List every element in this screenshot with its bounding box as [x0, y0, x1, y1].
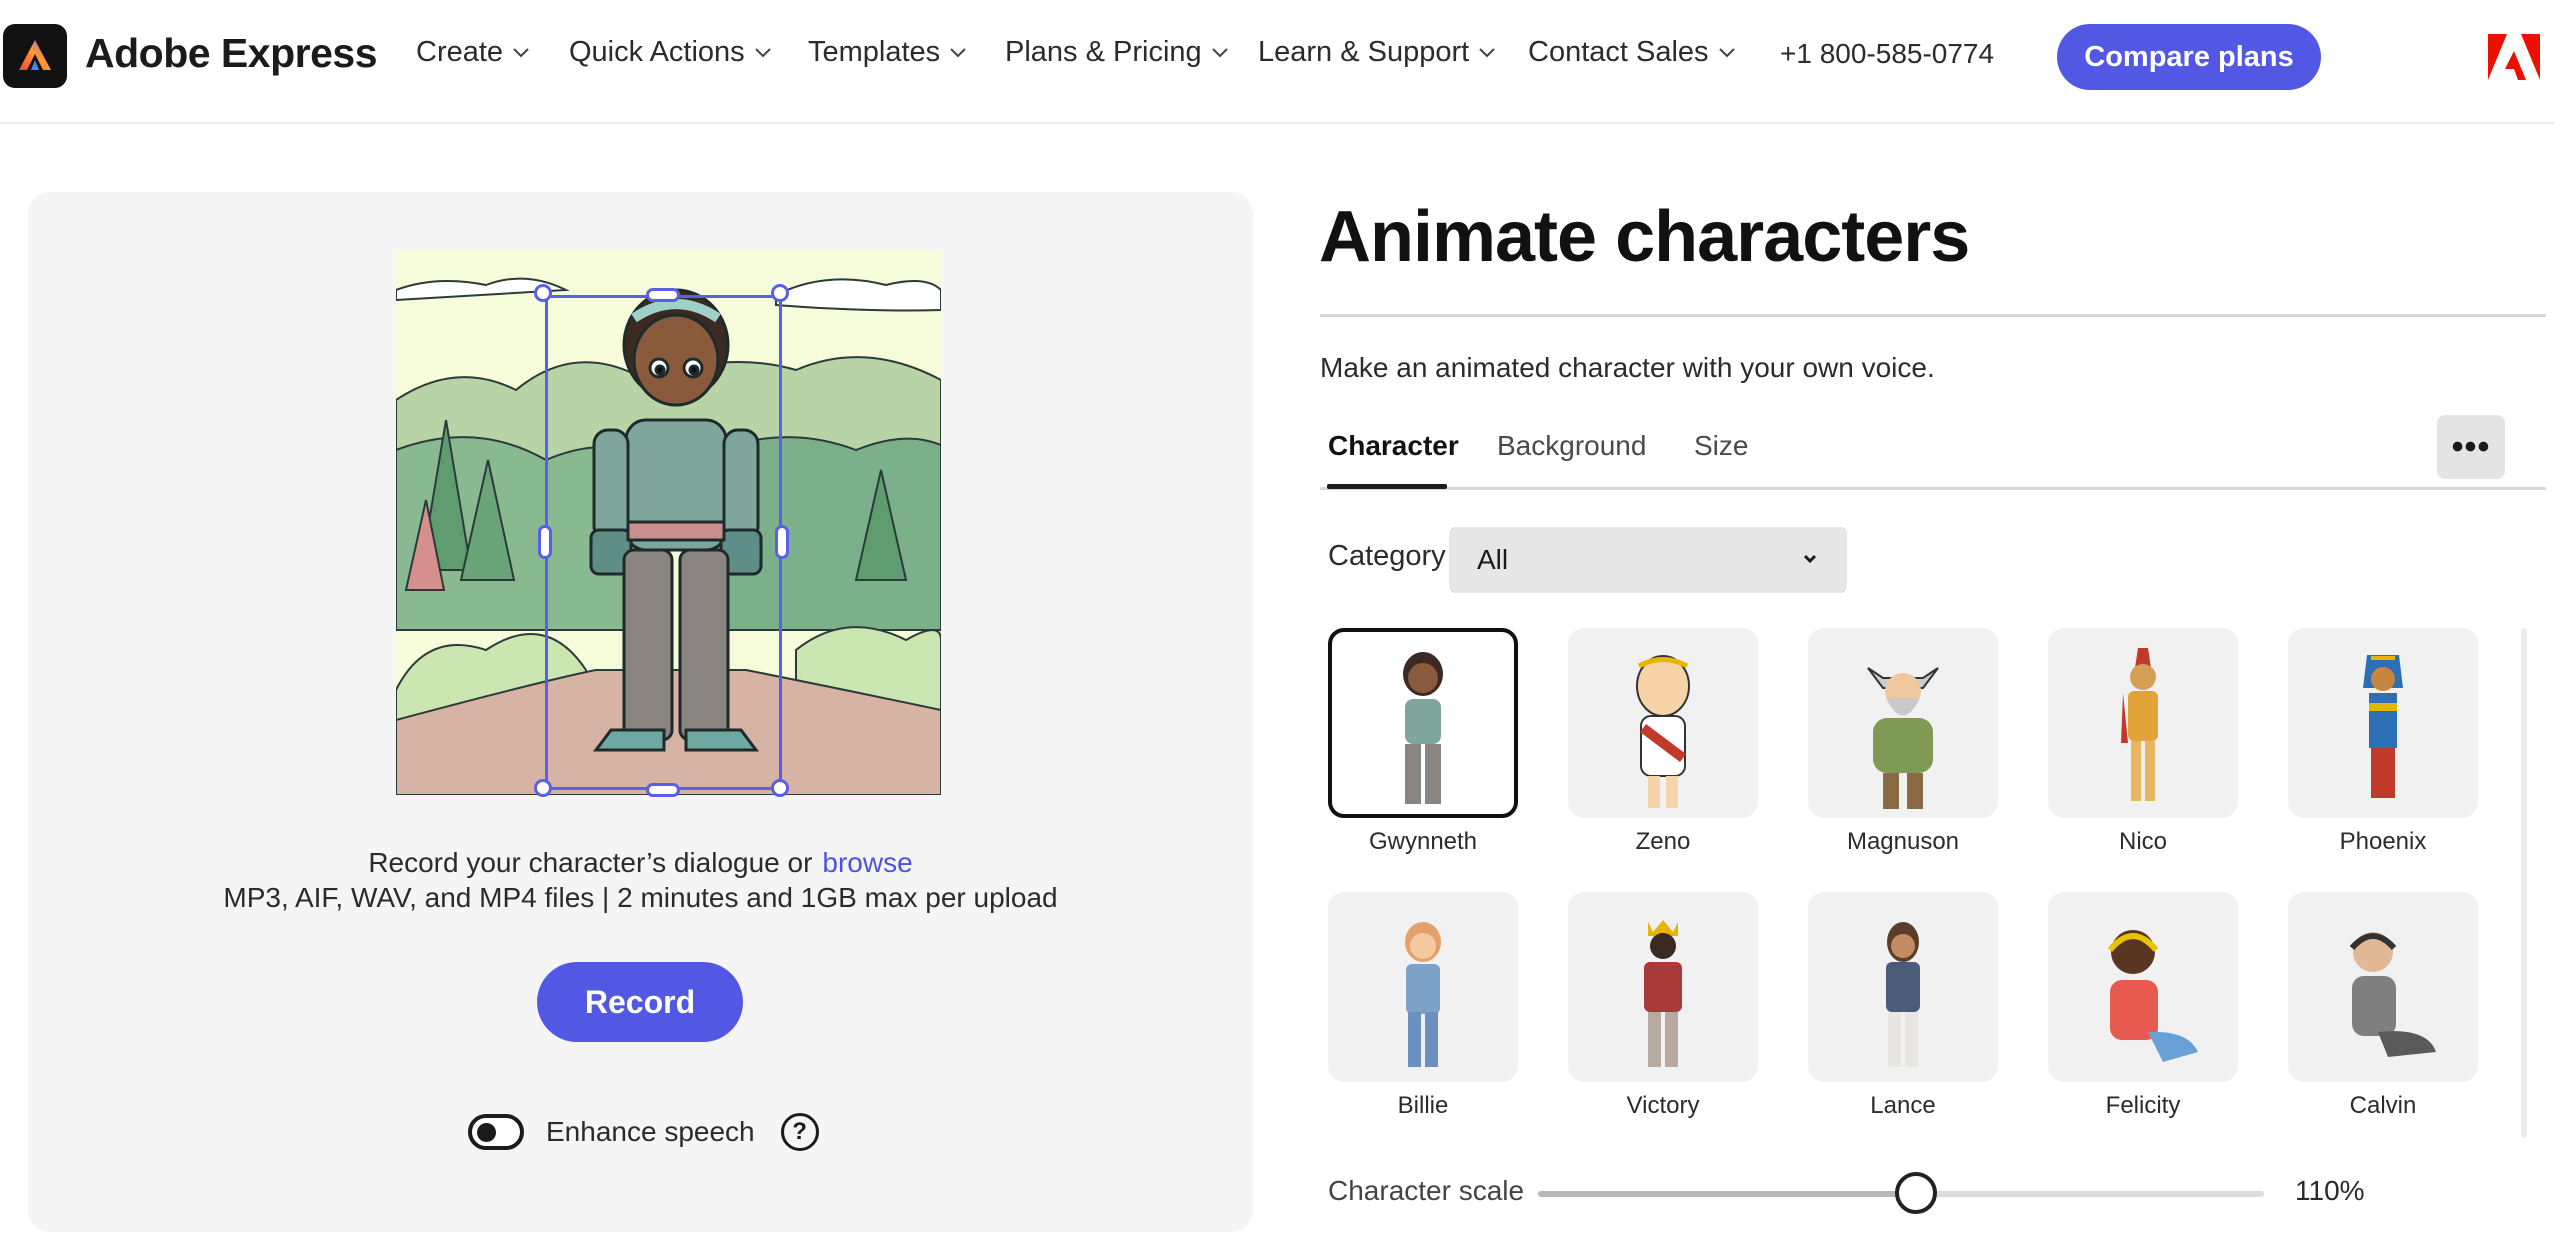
nav-label: Learn & Support — [1258, 36, 1470, 68]
chevron-down-icon — [1718, 47, 1735, 57]
nav-templates[interactable]: Templates — [808, 36, 967, 69]
character-thumbnail — [1328, 892, 1518, 1082]
character-name: Nico — [2118, 828, 2167, 855]
file-requirements-text: MP3, AIF, WAV, and MP4 files | 2 minutes… — [223, 882, 1058, 913]
resize-handle-left[interactable] — [538, 525, 552, 559]
category-label: Category — [1328, 540, 1446, 572]
tab-size[interactable]: Size — [1694, 430, 1748, 462]
nav-create[interactable]: Create — [416, 36, 530, 69]
record-button[interactable]: Record — [537, 962, 743, 1042]
character-card-felicity[interactable]: Felicity — [2048, 892, 2238, 1120]
more-options-button[interactable]: ••• — [2437, 415, 2505, 479]
phone-number-link[interactable]: +1 800-585-0774 — [1780, 38, 1994, 70]
resize-handle-bottom-left[interactable] — [534, 779, 552, 797]
character-card-gwynneth[interactable]: Gwynneth — [1328, 628, 1518, 856]
character-thumbnail — [1808, 892, 1998, 1082]
nav-label: Templates — [808, 36, 941, 68]
category-value: All — [1477, 544, 1509, 575]
character-thumbnail — [2048, 892, 2238, 1082]
resize-handle-top-right[interactable] — [771, 284, 789, 302]
character-card-magnuson[interactable]: Magnuson — [1808, 628, 1998, 856]
character-card-billie[interactable]: Billie — [1328, 892, 1518, 1120]
preview-panel: Record your character’s dialogue or brows… — [28, 192, 1253, 1232]
brand-name[interactable]: Adobe Express — [85, 30, 378, 77]
character-name: Calvin — [2349, 1092, 2417, 1119]
character-card-lance[interactable]: Lance — [1808, 892, 1998, 1120]
chevron-down-icon — [1803, 554, 1817, 564]
toggle-knob — [477, 1123, 496, 1142]
resize-handle-right[interactable] — [775, 525, 789, 559]
chevron-down-icon — [513, 47, 529, 57]
nav-plans-pricing[interactable]: Plans & Pricing — [1005, 36, 1229, 69]
character-name: Billie — [1397, 1092, 1449, 1119]
adobe-logo-icon[interactable] — [2488, 34, 2540, 80]
nav-contact-sales[interactable]: Contact Sales — [1528, 36, 1736, 69]
help-icon[interactable]: ? — [780, 1113, 819, 1151]
chevron-down-icon — [1479, 47, 1495, 57]
character-thumbnail — [2288, 892, 2478, 1082]
character-name: Felicity — [2105, 1092, 2181, 1119]
character-name: Zeno — [1635, 828, 1691, 855]
browse-link[interactable]: browse — [822, 847, 912, 878]
character-thumbnail — [1568, 628, 1758, 818]
character-card-zeno[interactable]: Zeno — [1568, 628, 1758, 856]
compare-plans-button[interactable]: Compare plans — [2057, 24, 2321, 90]
character-thumbnail — [1808, 628, 1998, 818]
enhance-speech-label: Enhance speech — [546, 1116, 755, 1147]
adobe-express-logo-icon[interactable] — [3, 24, 67, 88]
resize-handle-top[interactable] — [646, 288, 680, 302]
enhance-speech-row: Enhance speech ? — [468, 1110, 819, 1154]
character-name: Magnuson — [1846, 828, 1960, 855]
resize-handle-bottom-right[interactable] — [771, 779, 789, 797]
category-dropdown[interactable]: All — [1449, 527, 1847, 593]
nav-label: Plans & Pricing — [1005, 36, 1202, 68]
chevron-down-icon — [950, 47, 966, 57]
nav-label: Create — [416, 36, 504, 68]
page-title: Animate characters — [1319, 197, 1970, 277]
active-tab-indicator — [1327, 484, 1447, 489]
character-scale-slider[interactable] — [1538, 1172, 2264, 1214]
record-prompt-text: Record your character’s dialogue or — [368, 847, 813, 878]
character-name: Gwynneth — [1368, 828, 1478, 855]
character-grid: Gwynneth Zeno Magnuson Nico Phoenix Bill… — [1328, 628, 2528, 1128]
character-selection-box[interactable] — [545, 295, 782, 790]
resize-handle-top-left[interactable] — [534, 284, 552, 302]
slider-fill — [1538, 1191, 1916, 1197]
nav-label: Contact Sales — [1528, 36, 1709, 68]
tab-background[interactable]: Background — [1497, 430, 1646, 462]
character-scale-label: Character scale — [1328, 1175, 1525, 1206]
character-card-calvin[interactable]: Calvin — [2288, 892, 2478, 1120]
slider-thumb[interactable] — [1894, 1172, 1937, 1214]
character-name: Phoenix — [2339, 828, 2427, 855]
character-thumbnail — [1568, 892, 1758, 1082]
chevron-down-icon — [754, 47, 771, 57]
tab-character[interactable]: Character — [1328, 430, 1459, 462]
character-thumbnail — [2048, 628, 2238, 818]
character-scale-value: 110% — [2295, 1175, 2365, 1206]
page-subtitle: Make an animated character with your own… — [1320, 352, 1935, 383]
record-instructions: Record your character’s dialogue or brows… — [28, 847, 1253, 879]
character-thumbnail — [2288, 628, 2478, 818]
tabs-divider — [1320, 487, 2546, 490]
character-grid-scrollbar[interactable] — [2521, 628, 2527, 1138]
character-card-phoenix[interactable]: Phoenix — [2288, 628, 2478, 856]
enhance-speech-toggle[interactable] — [468, 1114, 524, 1150]
top-navigation-bar: Adobe Express Create Quick Actions Templ… — [0, 0, 2554, 124]
character-card-victory[interactable]: Victory — [1568, 892, 1758, 1120]
character-name: Victory — [1626, 1092, 1700, 1119]
character-thumbnail — [1328, 628, 1518, 818]
character-name: Lance — [1870, 1092, 1936, 1119]
character-card-nico[interactable]: Nico — [2048, 628, 2238, 856]
resize-handle-bottom[interactable] — [646, 783, 680, 797]
nav-label: Quick Actions — [569, 36, 745, 68]
title-divider — [1320, 314, 2546, 317]
chevron-down-icon — [1211, 47, 1228, 57]
nav-learn-support[interactable]: Learn & Support — [1258, 36, 1496, 69]
nav-quick-actions[interactable]: Quick Actions — [569, 36, 772, 69]
